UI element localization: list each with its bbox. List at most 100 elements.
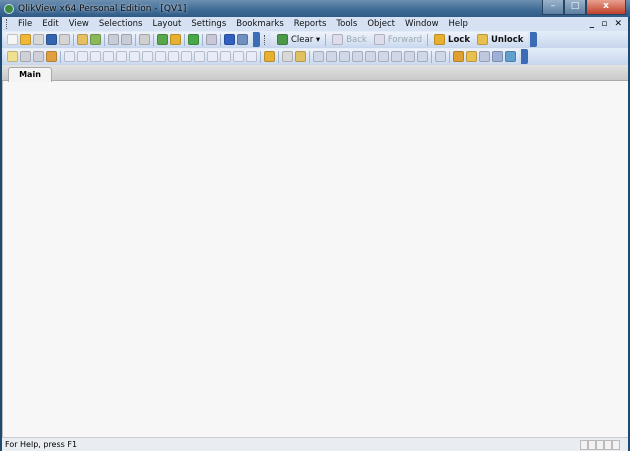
design-toolbar [2, 48, 628, 65]
table-box-icon[interactable] [103, 51, 114, 62]
status-panes [580, 439, 620, 450]
menu-tools[interactable]: Tools [331, 19, 362, 29]
menu-bookmarks[interactable]: Bookmarks [231, 19, 289, 29]
link-objects-icon[interactable] [492, 51, 503, 62]
status-bar: For Help, press F1 [2, 437, 628, 451]
new-sheet-icon[interactable] [7, 51, 18, 62]
menu-layout[interactable]: Layout [147, 19, 186, 29]
align-bottom-icon[interactable] [378, 51, 389, 62]
tab-main[interactable]: Main [8, 67, 52, 82]
toolbar-options-button[interactable] [253, 32, 260, 47]
line-arrow-icon[interactable] [181, 51, 192, 62]
close-button[interactable]: x [586, 0, 626, 15]
slider-icon[interactable] [194, 51, 205, 62]
redo-icon[interactable] [121, 34, 132, 45]
navigation-toolbar: Clear ▾ Back Forward Lock Unlock [271, 32, 529, 47]
chart-wizard-icon[interactable] [170, 34, 181, 45]
text-object-icon[interactable] [168, 51, 179, 62]
new-document-icon[interactable] [7, 34, 18, 45]
align-right-icon[interactable] [339, 51, 350, 62]
sheet-tab-row: Main [2, 65, 628, 82]
edit-script-icon[interactable] [77, 34, 88, 45]
menu-help[interactable]: Help [444, 19, 473, 29]
format-painter-icon[interactable] [282, 51, 293, 62]
button-object-icon[interactable] [155, 51, 166, 62]
unlock-icon [476, 34, 488, 45]
toolbar-separator [104, 33, 105, 46]
menu-selections[interactable]: Selections [94, 19, 148, 29]
clear-button[interactable]: Clear ▾ [273, 34, 323, 45]
toolbar-separator [60, 50, 61, 63]
reload-icon[interactable] [90, 34, 101, 45]
toolbar-separator [184, 33, 185, 46]
statistics-box-icon[interactable] [77, 51, 88, 62]
menu-window[interactable]: Window [400, 19, 444, 29]
new-folder-icon[interactable] [466, 51, 477, 62]
unlock-button[interactable]: Unlock [473, 34, 526, 45]
back-icon [332, 34, 344, 45]
align-middle-icon[interactable] [365, 51, 376, 62]
toolbar-separator [202, 33, 203, 46]
maximize-button[interactable]: □ [564, 0, 586, 15]
toolbar-options-button[interactable] [530, 32, 538, 47]
server-objects-icon[interactable] [453, 51, 464, 62]
edit-object-icon[interactable] [479, 51, 490, 62]
align-center-icon[interactable] [326, 51, 337, 62]
search-icon[interactable] [139, 34, 150, 45]
context-help-icon[interactable] [237, 34, 248, 45]
undo-icon[interactable] [108, 34, 119, 45]
open-folder-icon[interactable] [20, 34, 31, 45]
space-vertical-icon[interactable] [404, 51, 415, 62]
sheet-properties-icon[interactable] [46, 51, 57, 62]
title-bar: QlikView x64 Personal Edition - [QV1] – … [0, 0, 630, 17]
promote-sheet-icon[interactable] [20, 51, 31, 62]
current-selections-icon[interactable] [142, 51, 153, 62]
space-horizontal-icon[interactable] [391, 51, 402, 62]
window-title: QlikView x64 Personal Edition - [QV1] [18, 3, 187, 14]
align-top-icon[interactable] [352, 51, 363, 62]
align-left-icon[interactable] [313, 51, 324, 62]
adjust-icon[interactable] [417, 51, 428, 62]
container-icon[interactable] [233, 51, 244, 62]
toolbar-grip[interactable] [6, 19, 9, 29]
design-grid-icon[interactable] [264, 51, 275, 62]
lock-icon [434, 34, 446, 45]
menu-reports[interactable]: Reports [289, 19, 332, 29]
custom-object-icon[interactable] [246, 51, 257, 62]
menu-object[interactable]: Object [362, 19, 400, 29]
standard-toolbar: Clear ▾ Back Forward Lock Unlock [2, 31, 628, 48]
select-fields-icon[interactable] [157, 34, 168, 45]
toolbar-options-button[interactable] [521, 49, 528, 64]
search-object-icon[interactable] [220, 51, 231, 62]
bookmark-star-icon[interactable] [188, 34, 199, 45]
toolbar-separator [73, 33, 74, 46]
mdi-window-controls[interactable]: _ ▫ ✕ [590, 19, 624, 29]
sheet-canvas[interactable] [2, 81, 628, 437]
print-icon[interactable] [59, 34, 70, 45]
menu-settings[interactable]: Settings [186, 19, 231, 29]
multibox-icon[interactable] [90, 51, 101, 62]
bookmark-object-icon[interactable] [207, 51, 218, 62]
save-icon[interactable] [46, 34, 57, 45]
export-icon[interactable] [505, 51, 516, 62]
demote-sheet-icon[interactable] [33, 51, 44, 62]
toolbar-separator [153, 33, 154, 46]
toolbar-separator [449, 50, 450, 63]
chart-icon[interactable] [116, 51, 127, 62]
menu-file[interactable]: File [13, 19, 37, 29]
menu-view[interactable]: View [64, 19, 94, 29]
help-icon[interactable] [224, 34, 235, 45]
listbox-icon[interactable] [64, 51, 75, 62]
minimize-button[interactable]: – [542, 0, 564, 15]
same-size-icon[interactable] [435, 51, 446, 62]
lock-button[interactable]: Lock [430, 34, 473, 45]
main-frame: File Edit View Selections Layout Settings Book… [2, 17, 628, 451]
input-box-icon[interactable] [129, 51, 140, 62]
menu-edit[interactable]: Edit [37, 19, 63, 29]
layout-icon[interactable] [295, 51, 306, 62]
properties-icon[interactable] [206, 34, 217, 45]
toolbar-separator [220, 33, 221, 46]
open-server-icon[interactable] [33, 34, 44, 45]
qlikview-app-icon [4, 3, 14, 14]
back-button: Back [328, 34, 370, 45]
